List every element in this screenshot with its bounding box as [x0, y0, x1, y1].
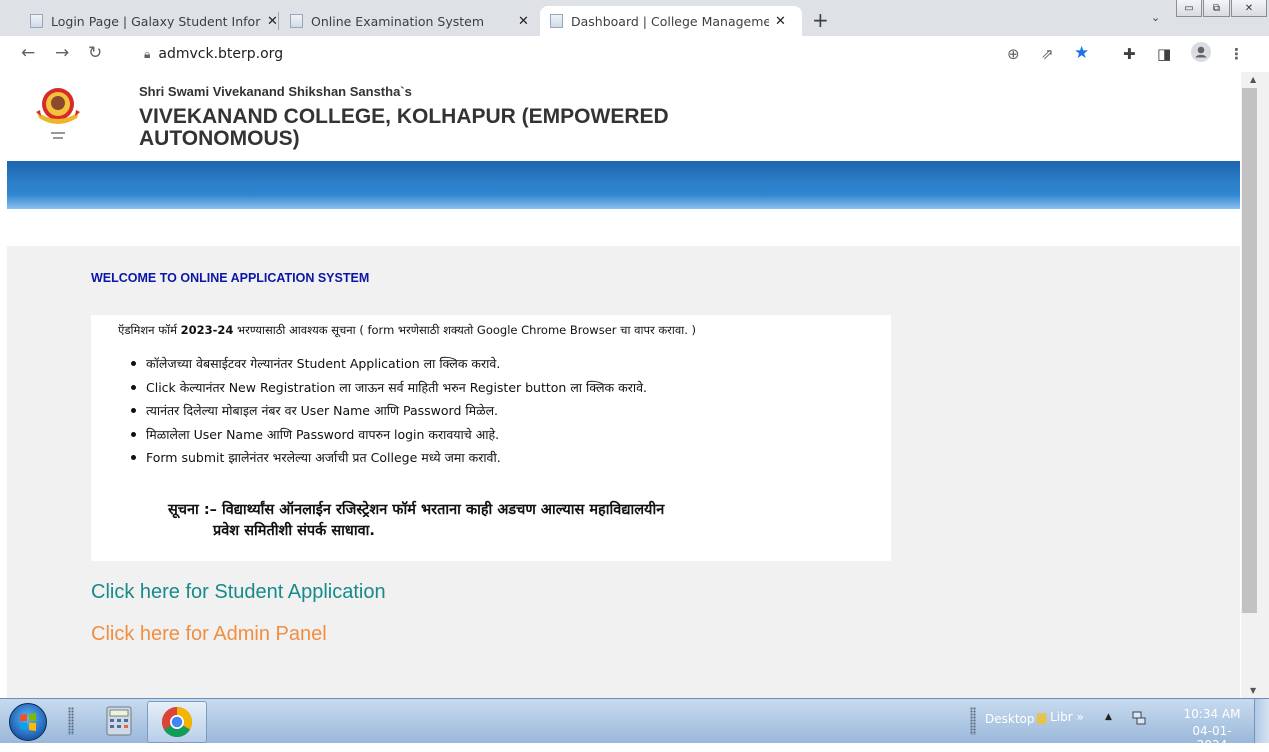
- restore-button[interactable]: ⧉: [1203, 0, 1230, 17]
- tab-online-examination[interactable]: Online Examination System ✕: [290, 6, 530, 36]
- header-banner: [7, 161, 1240, 209]
- zoom-icon[interactable]: ⊕: [1007, 45, 1020, 63]
- notice-list-item: Click केल्यानंतर New Registration ला जाऊ…: [131, 376, 647, 400]
- page-favicon-icon: [290, 14, 303, 28]
- scroll-down-arrow-icon[interactable]: ▼: [1250, 686, 1256, 695]
- start-button[interactable]: [9, 703, 47, 741]
- side-panel-icon[interactable]: ◨: [1157, 45, 1171, 63]
- notice-heading-text: भरण्यासाठी आवश्यक सूचना ( form भरणेसाठी …: [233, 323, 697, 337]
- minimize-button[interactable]: ▭: [1176, 0, 1202, 17]
- college-logo: [36, 88, 80, 139]
- notice-heading-text: ऍडमिशन फॉर्म: [118, 323, 181, 337]
- page-favicon-icon: [550, 14, 563, 28]
- taskbar-grip[interactable]: [970, 707, 976, 735]
- profile-avatar-icon[interactable]: [1191, 42, 1211, 66]
- tab-dashboard[interactable]: Dashboard | College Managemer ✕: [540, 6, 802, 36]
- network-icon[interactable]: [1132, 711, 1146, 725]
- notice-footer-line: प्रवेश समितीशी संपर्क साधावा.: [213, 523, 375, 539]
- close-icon[interactable]: ✕: [518, 14, 529, 29]
- desktop-toolbar-label[interactable]: Desktop: [985, 712, 1035, 726]
- browser-tab-strip: Login Page | Galaxy Student Infor ✕ Onli…: [0, 0, 1269, 36]
- notice-list-item: त्यानंतर दिलेल्या मोबाइल नंबर वर User Na…: [131, 399, 647, 423]
- tab-search-chevron-icon[interactable]: ⌄: [1151, 11, 1160, 24]
- windows-taskbar: Desktop ▆ Libr » ▲ 10:34 AM 04-01-2024: [0, 698, 1269, 752]
- extensions-puzzle-icon[interactable]: ✚: [1123, 45, 1136, 63]
- student-application-link[interactable]: Click here for Student Application: [91, 581, 386, 604]
- windows-logo-icon: [20, 713, 36, 731]
- notice-item-text: त्यानंतर दिलेल्या मोबाइल नंबर वर User Na…: [146, 403, 499, 418]
- notice-item-text: मिळालेला User Name आणि Password वापरुन l…: [146, 426, 500, 442]
- menu-kebab-icon[interactable]: ⋮: [1229, 45, 1244, 63]
- bookmark-star-icon[interactable]: ★: [1074, 43, 1089, 63]
- notice-footer-line: सूचना :– विद्यार्थ्यांस ऑनलाईन रजिस्ट्रे…: [168, 502, 665, 518]
- scroll-up-arrow-icon[interactable]: ▲: [1250, 75, 1256, 84]
- tab-title: Online Examination System: [311, 13, 485, 29]
- close-icon[interactable]: ✕: [775, 14, 786, 29]
- admission-notice: ऍडमिशन फॉर्म 2023-24 भरण्यासाठी आवश्यक स…: [91, 315, 891, 561]
- tab-login-page[interactable]: Login Page | Galaxy Student Infor ✕: [30, 6, 285, 36]
- browser-toolbar: ← → ↻ 🔒︎ admvck.bterp.org ⊕ ⇗ ★ ✚ ◨ ⋮: [0, 36, 1269, 72]
- taskbar-grip[interactable]: [68, 707, 74, 735]
- show-hidden-icons-arrow-icon[interactable]: ▲: [1105, 712, 1112, 722]
- lock-icon[interactable]: 🔒︎: [144, 47, 150, 62]
- libraries-label: Libr: [1050, 710, 1073, 724]
- welcome-heading: WELCOME TO ONLINE APPLICATION SYSTEM: [91, 271, 370, 285]
- chrome-icon: [161, 707, 193, 738]
- notice-item-text: Form submit झालेनंतर भरलेल्या अर्जाची प्…: [146, 450, 501, 465]
- bullet-icon: [131, 361, 136, 366]
- chrome-taskbar-button[interactable]: [147, 701, 207, 743]
- page-favicon-icon: [30, 14, 43, 28]
- reload-icon[interactable]: ↻: [88, 43, 102, 63]
- new-tab-button[interactable]: +: [812, 8, 829, 32]
- clock-date[interactable]: 04-01-2024: [1182, 724, 1242, 752]
- scrollbar-thumb[interactable]: [1242, 88, 1257, 613]
- sanstha-name: Shri Swami Vivekanand Shikshan Sanstha`s: [139, 84, 412, 99]
- bullet-icon: [131, 384, 136, 390]
- notice-footer: सूचना :– विद्यार्थ्यांस ऑनलाईन रजिस्ट्रे…: [168, 500, 808, 542]
- college-name: VIVEKANAND COLLEGE, KOLHAPUR (EMPOWERED …: [139, 105, 669, 150]
- bullet-icon: [131, 455, 136, 460]
- notice-year: 2023-24: [180, 323, 234, 337]
- libraries-toolbar-item[interactable]: ▆ Libr »: [1037, 710, 1084, 724]
- folder-icon: ▆: [1037, 710, 1047, 724]
- bullet-icon: [131, 431, 136, 437]
- notice-item-text: कॉलेजच्या वेबसाईटवर गेल्यानंतर Student A…: [146, 356, 501, 371]
- close-icon[interactable]: ✕: [267, 14, 278, 29]
- notice-list-item: कॉलेजच्या वेबसाईटवर गेल्यानंतर Student A…: [131, 352, 647, 376]
- notice-list-item: Form submit झालेनंतर भरलेल्या अर्जाची प्…: [131, 446, 647, 470]
- admin-panel-link[interactable]: Click here for Admin Panel: [91, 623, 327, 646]
- share-icon[interactable]: ⇗: [1041, 45, 1054, 63]
- notice-item-text: Click केल्यानंतर New Registration ला जाऊ…: [146, 379, 647, 395]
- page-content: Shri Swami Vivekanand Shikshan Sanstha`s…: [0, 72, 1241, 698]
- forward-arrow-icon[interactable]: →: [55, 43, 69, 63]
- url-text[interactable]: admvck.bterp.org: [158, 46, 283, 62]
- notice-heading: ऍडमिशन फॉर्म 2023-24 भरण्यासाठी आवश्यक स…: [118, 323, 696, 338]
- address-bar[interactable]: 🔒︎ admvck.bterp.org: [124, 40, 1124, 68]
- tab-divider: [278, 12, 279, 30]
- tab-title: Login Page | Galaxy Student Infor: [51, 13, 261, 29]
- back-arrow-icon[interactable]: ←: [21, 43, 35, 63]
- bullet-icon: [131, 408, 136, 413]
- notice-list: कॉलेजच्या वेबसाईटवर गेल्यानंतर Student A…: [131, 352, 647, 470]
- show-desktop-button[interactable]: [1254, 699, 1269, 743]
- calculator-icon[interactable]: [105, 706, 133, 736]
- close-window-button[interactable]: ✕: [1231, 0, 1267, 17]
- tab-title: Dashboard | College Managemer: [571, 13, 769, 29]
- clock-time[interactable]: 10:34 AM: [1182, 707, 1242, 721]
- notice-list-item: मिळालेला User Name आणि Password वापरुन l…: [131, 423, 647, 447]
- toolbar-overflow-chevron[interactable]: »: [1076, 710, 1083, 724]
